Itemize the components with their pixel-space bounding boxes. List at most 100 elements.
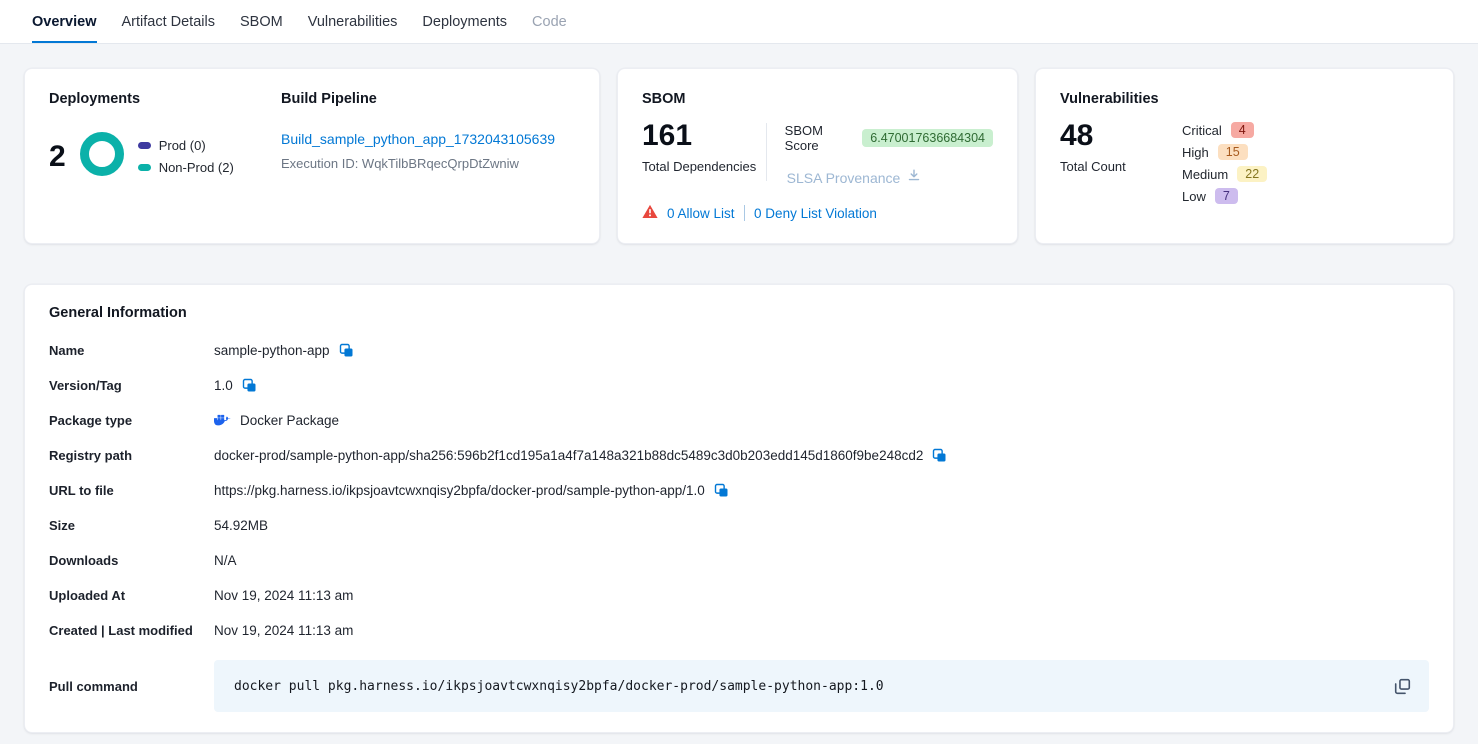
severity-label: Critical	[1182, 123, 1222, 138]
info-label: Name	[49, 343, 214, 358]
deployments-title: Deployments	[49, 91, 281, 107]
info-value-text: 1.0	[214, 378, 233, 393]
severity-count-badge: 22	[1237, 166, 1267, 182]
slsa-provenance-link[interactable]: SLSA Provenance	[787, 170, 901, 186]
summary-cards-row: Deployments 2 Prod (0) Non-Prod (2)	[0, 44, 1478, 244]
deny-list-link[interactable]: 0 Deny List Violation	[754, 206, 877, 221]
severity-label: Low	[1182, 189, 1206, 204]
info-value: sample-python-app	[214, 343, 354, 358]
tab-vulnerabilities[interactable]: Vulnerabilities	[308, 0, 398, 43]
info-value-text: 54.92MB	[214, 518, 268, 533]
info-label: Downloads	[49, 553, 214, 568]
info-label: URL to file	[49, 483, 214, 498]
info-row-version-tag: Version/Tag 1.0	[49, 368, 1429, 403]
severity-row-critical: Critical 4	[1182, 122, 1267, 138]
severity-count-badge: 15	[1218, 144, 1248, 160]
info-value: N/A	[214, 553, 237, 568]
sbom-count: 161	[642, 119, 692, 152]
vulnerabilities-card: Vulnerabilities 48 Total Count Critical …	[1035, 68, 1454, 244]
info-value-text: Nov 19, 2024 11:13 am	[214, 588, 353, 603]
sbom-count-block: 161 Total Dependencies	[642, 121, 766, 187]
sbom-score-label: SBOM Score	[785, 123, 854, 153]
execution-id: Execution ID: WqkTilbBRqecQrpDtZwniw	[281, 156, 555, 171]
deployments-stats: 2 Prod (0) Non-Prod (2)	[49, 131, 281, 182]
deployments-count: 2	[49, 142, 66, 172]
pull-command-text: docker pull pkg.harness.io/ikpsjoavtcwxn…	[234, 679, 884, 694]
nonprod-legend-label: Non-Prod (2)	[159, 160, 234, 175]
tab-code: Code	[532, 0, 567, 43]
copy-icon[interactable]	[1394, 678, 1411, 695]
info-value-text: Docker Package	[240, 413, 339, 428]
prod-legend-dot	[138, 142, 151, 149]
tab-sbom[interactable]: SBOM	[240, 0, 283, 43]
severity-label: Medium	[1182, 167, 1228, 182]
pull-command-row: Pull command docker pull pkg.harness.io/…	[49, 660, 1429, 712]
copy-icon[interactable]	[339, 343, 354, 358]
info-value-text: Nov 19, 2024 11:13 am	[214, 623, 353, 638]
info-value-text: https://pkg.harness.io/ikpsjoavtcwxnqisy…	[214, 483, 705, 498]
sbom-card: SBOM 161 Total Dependencies SBOM Score 6…	[617, 68, 1018, 244]
tab-bar: Overview Artifact Details SBOM Vulnerabi…	[0, 0, 1478, 44]
info-value-text: N/A	[214, 553, 237, 568]
info-value-text: sample-python-app	[214, 343, 330, 358]
vulnerabilities-title: Vulnerabilities	[1060, 91, 1429, 107]
legend-item-nonprod: Non-Prod (2)	[138, 160, 234, 175]
info-row-registry-path: Registry path docker-prod/sample-python-…	[49, 438, 1429, 473]
info-label: Version/Tag	[49, 378, 214, 393]
copy-icon[interactable]	[242, 378, 257, 393]
legend-item-prod: Prod (0)	[138, 138, 234, 153]
deployments-legend: Prod (0) Non-Prod (2)	[138, 138, 234, 175]
docker-whale-icon	[214, 413, 231, 429]
info-label: Package type	[49, 413, 214, 428]
pull-command-label: Pull command	[49, 679, 214, 694]
build-pipeline-title: Build Pipeline	[281, 91, 555, 107]
info-label: Size	[49, 518, 214, 533]
download-icon[interactable]	[907, 168, 921, 187]
prod-legend-label: Prod (0)	[159, 138, 206, 153]
severity-list: Critical 4 High 15 Medium 22 Low 7	[1182, 121, 1267, 204]
info-value-text: docker-prod/sample-python-app/sha256:596…	[214, 448, 923, 463]
deployments-card: Deployments 2 Prod (0) Non-Prod (2)	[24, 68, 600, 244]
info-label: Created | Last modified	[49, 623, 214, 638]
sbom-score-block: SBOM Score 6.470017636684304 SLSA Proven…	[785, 121, 993, 187]
info-value: Nov 19, 2024 11:13 am	[214, 588, 353, 603]
vulnerabilities-count: 48	[1060, 119, 1093, 152]
copy-icon[interactable]	[932, 448, 947, 463]
tab-deployments[interactable]: Deployments	[422, 0, 507, 43]
info-row-url-to-file: URL to file https://pkg.harness.io/ikpsj…	[49, 473, 1429, 508]
tab-artifact-details[interactable]: Artifact Details	[122, 0, 215, 43]
info-row-name: Name sample-python-app	[49, 333, 1429, 368]
severity-row-low: Low 7	[1182, 188, 1267, 204]
sbom-score-badge: 6.470017636684304	[862, 129, 993, 147]
info-row-created-modified: Created | Last modified Nov 19, 2024 11:…	[49, 613, 1429, 648]
info-value: https://pkg.harness.io/ikpsjoavtcwxnqisy…	[214, 483, 729, 498]
info-value: 1.0	[214, 378, 257, 393]
info-value: 54.92MB	[214, 518, 268, 533]
general-information-title: General Information	[49, 305, 1429, 321]
sbom-score-row: SBOM Score 6.470017636684304	[785, 123, 993, 153]
info-row-downloads: Downloads N/A	[49, 543, 1429, 578]
pipe-divider	[744, 205, 746, 221]
general-information-card: General Information Name sample-python-a…	[24, 284, 1454, 733]
info-value: Docker Package	[214, 413, 339, 429]
info-row-uploaded-at: Uploaded At Nov 19, 2024 11:13 am	[49, 578, 1429, 613]
deployments-section: Deployments 2 Prod (0) Non-Prod (2)	[49, 91, 281, 221]
sbom-count-label: Total Dependencies	[642, 159, 766, 174]
warning-triangle-icon	[642, 204, 658, 222]
severity-row-high: High 15	[1182, 144, 1267, 160]
sbom-title: SBOM	[642, 91, 993, 107]
severity-count-badge: 4	[1231, 122, 1254, 138]
vertical-divider	[766, 123, 767, 181]
deployments-donut-chart	[79, 131, 125, 182]
pipeline-link[interactable]: Build_sample_python_app_1732043105639	[281, 131, 555, 147]
info-row-size: Size 54.92MB	[49, 508, 1429, 543]
severity-row-medium: Medium 22	[1182, 166, 1267, 182]
copy-icon[interactable]	[714, 483, 729, 498]
severity-label: High	[1182, 145, 1209, 160]
pull-command-block: docker pull pkg.harness.io/ikpsjoavtcwxn…	[214, 660, 1429, 712]
tab-overview[interactable]: Overview	[32, 0, 97, 43]
info-label: Registry path	[49, 448, 214, 463]
build-pipeline-section: Build Pipeline Build_sample_python_app_1…	[281, 91, 555, 221]
allow-list-link[interactable]: 0 Allow List	[667, 206, 735, 221]
info-value: docker-prod/sample-python-app/sha256:596…	[214, 448, 947, 463]
